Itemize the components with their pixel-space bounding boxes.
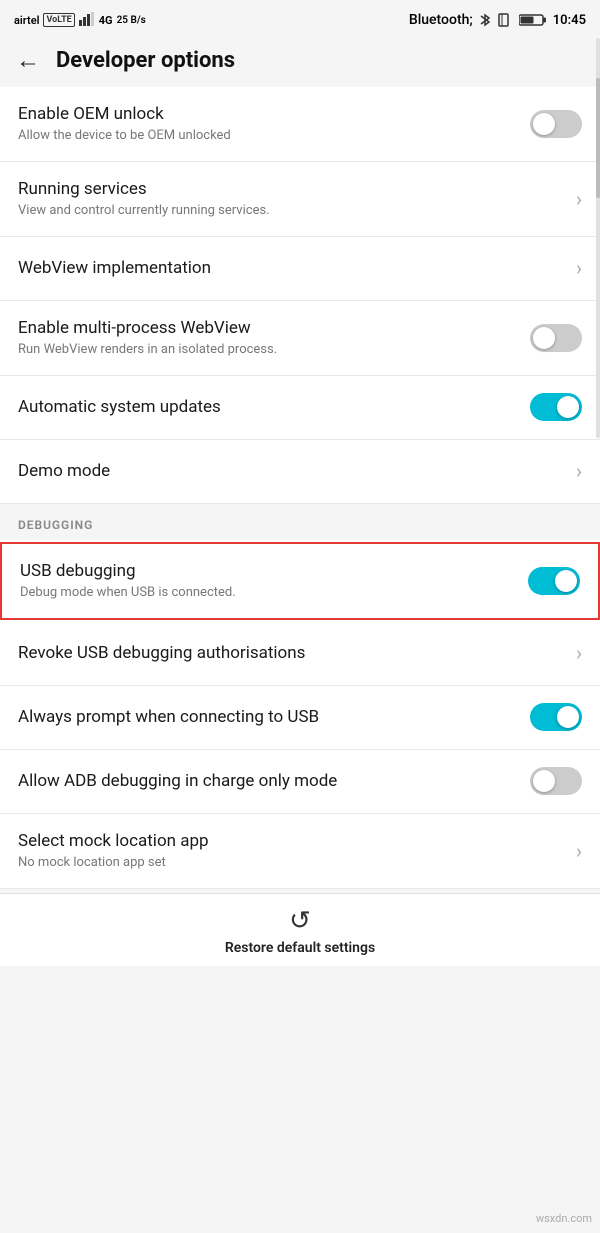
volte-badge: VoLTE [43,13,74,27]
settings-item-adb-charge-only[interactable]: Allow ADB debugging in charge only mode [0,750,600,814]
settings-item-auto-updates[interactable]: Automatic system updates [0,376,600,440]
settings-item-webview-impl[interactable]: WebView implementation › [0,237,600,301]
watermark: wsxdn.com [536,1212,592,1225]
status-left: airtel VoLTE 4G 25 B/s [14,12,146,29]
bluetooth-icon: Bluetooth; [409,12,473,28]
debugging-section-header: DEBUGGING [0,504,600,540]
screen-rotate-icon [497,13,513,27]
settings-item-always-prompt-usb[interactable]: Always prompt when connecting to USB [0,686,600,750]
settings-item-demo-mode[interactable]: Demo mode › [0,440,600,504]
multiprocess-webview-toggle[interactable] [530,324,582,352]
settings-item-running-services[interactable]: Running services View and control curren… [0,162,600,237]
back-button[interactable]: ← [16,46,40,75]
settings-item-mock-location[interactable]: Select mock location app No mock locatio… [0,814,600,889]
revoke-usb-chevron: › [576,641,582,665]
page-title: Developer options [56,48,235,73]
mock-location-chevron: › [576,839,582,863]
adb-charge-only-toggle[interactable] [530,767,582,795]
carrier-name: airtel [14,14,39,27]
always-prompt-usb-toggle[interactable] [530,703,582,731]
scrollbar-thumb [596,78,600,198]
settings-content: Enable OEM unlock Allow the device to be… [0,87,600,889]
settings-item-oem-unlock[interactable]: Enable OEM unlock Allow the device to be… [0,87,600,162]
status-bar: airtel VoLTE 4G 25 B/s Bluetooth; [0,0,600,38]
oem-unlock-toggle[interactable] [530,110,582,138]
demo-mode-chevron: › [576,459,582,483]
signal-strength-icon [79,12,95,29]
network-type: 4G [99,14,113,27]
settings-item-multiprocess-webview[interactable]: Enable multi-process WebView Run WebView… [0,301,600,376]
top-bar: ← Developer options [0,38,600,87]
data-speed: 25 B/s [117,15,146,26]
bottom-bar: ↺ Restore default settings [0,893,600,966]
auto-updates-toggle[interactable] [530,393,582,421]
webview-impl-chevron: › [576,256,582,280]
battery-indicator [519,13,547,27]
bluetooth-icon [479,12,491,28]
running-services-chevron: › [576,187,582,211]
restore-icon: ↺ [289,906,311,936]
settings-item-revoke-usb[interactable]: Revoke USB debugging authorisations › [0,622,600,686]
status-right: Bluetooth; 10:45 [409,12,586,28]
battery-icon [519,13,547,27]
restore-label[interactable]: Restore default settings [225,940,375,956]
scrollbar-track [596,38,600,438]
usb-debugging-toggle[interactable] [528,567,580,595]
time-display: 10:45 [553,13,586,28]
settings-item-usb-debugging[interactable]: USB debugging Debug mode when USB is con… [0,542,600,620]
